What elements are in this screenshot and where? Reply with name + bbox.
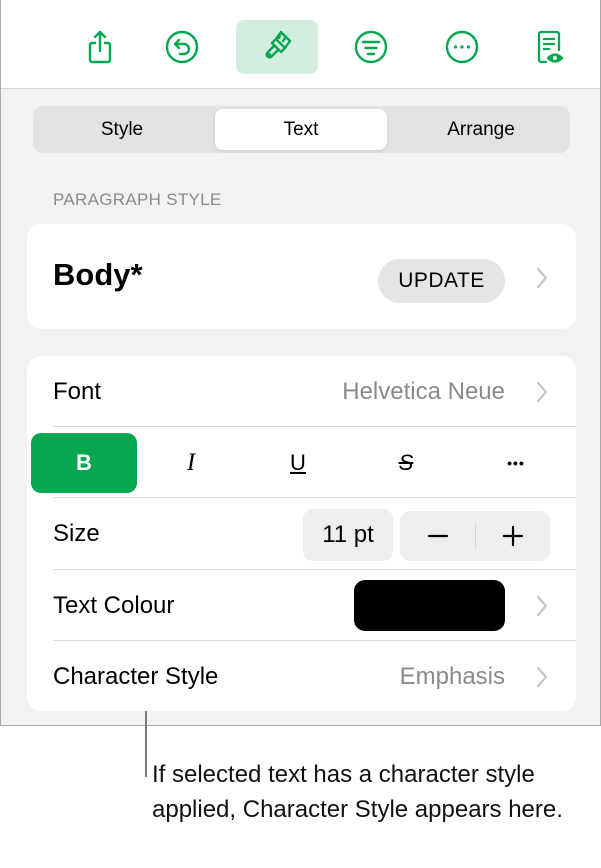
more-icon bbox=[445, 30, 479, 64]
font-value: Helvetica Neue bbox=[342, 377, 505, 405]
character-style-label: Character Style bbox=[53, 662, 219, 690]
format-button[interactable] bbox=[236, 20, 318, 74]
tab-arrange[interactable]: Arrange bbox=[395, 109, 567, 150]
character-style-row[interactable]: Character Style Emphasis bbox=[27, 641, 576, 712]
more-text-options-button[interactable]: ••• bbox=[463, 433, 569, 493]
text-colour-row[interactable]: Text Colour bbox=[27, 570, 576, 641]
undo-button[interactable] bbox=[141, 20, 223, 74]
undo-icon bbox=[165, 30, 199, 64]
bold-icon: B bbox=[76, 450, 92, 475]
font-row[interactable]: Font Helvetica Neue bbox=[27, 356, 576, 427]
more-button[interactable] bbox=[421, 20, 503, 74]
share-icon bbox=[88, 30, 112, 64]
chevron-right-icon bbox=[535, 380, 549, 404]
paragraph-style-card[interactable]: Body* UPDATE bbox=[27, 224, 576, 329]
minus-icon bbox=[427, 534, 448, 538]
italic-icon: I bbox=[186, 449, 196, 476]
tab-text[interactable]: Text bbox=[215, 109, 387, 150]
bold-button[interactable]: B bbox=[31, 433, 137, 493]
font-size-stepper bbox=[400, 511, 550, 561]
callout-leader-line bbox=[145, 711, 147, 777]
insert-button[interactable] bbox=[330, 20, 412, 74]
text-colour-label: Text Colour bbox=[53, 591, 175, 619]
italic-button[interactable]: I bbox=[138, 433, 244, 493]
strikethrough-icon: S bbox=[398, 450, 414, 475]
chevron-right-icon bbox=[535, 665, 549, 689]
size-label: Size bbox=[53, 519, 100, 547]
tab-bar: Style Text Arrange bbox=[33, 106, 570, 153]
callout-text: If selected text has a character style a… bbox=[152, 761, 563, 823]
font-size-field[interactable]: 11 pt bbox=[303, 509, 393, 561]
document-view-button[interactable] bbox=[509, 20, 591, 74]
paintbrush-icon bbox=[265, 30, 292, 59]
insert-list-icon bbox=[354, 30, 388, 64]
document-view-icon bbox=[537, 30, 564, 64]
tab-style[interactable]: Style bbox=[36, 109, 208, 150]
plus-icon bbox=[502, 525, 523, 547]
toolbar bbox=[1, 0, 600, 89]
size-row: Size 11 pt bbox=[27, 498, 576, 569]
chevron-right-icon bbox=[535, 594, 549, 618]
update-style-button[interactable]: UPDATE bbox=[378, 259, 505, 303]
strikethrough-button[interactable]: S bbox=[353, 433, 459, 493]
text-colour-swatch[interactable] bbox=[354, 580, 505, 631]
format-buttons-row: B I U S ••• bbox=[27, 427, 576, 498]
character-style-value: Emphasis bbox=[399, 662, 505, 690]
underline-icon: U bbox=[290, 450, 306, 475]
font-label: Font bbox=[53, 377, 102, 405]
text-options-card: Font Helvetica Neue B I U S ••• Size 11 … bbox=[27, 356, 576, 711]
format-panel: Style Text Arrange PARAGRAPH STYLE Body*… bbox=[0, 0, 601, 726]
chevron-right-icon[interactable] bbox=[535, 266, 549, 290]
underline-button[interactable]: U bbox=[245, 433, 351, 493]
ellipsis-icon: ••• bbox=[507, 455, 525, 471]
paragraph-style-heading: PARAGRAPH STYLE bbox=[53, 190, 222, 209]
increase-size-button[interactable] bbox=[475, 511, 550, 561]
share-button[interactable] bbox=[59, 20, 141, 74]
paragraph-style-name[interactable]: Body* bbox=[53, 257, 143, 293]
decrease-size-button[interactable] bbox=[400, 511, 475, 561]
